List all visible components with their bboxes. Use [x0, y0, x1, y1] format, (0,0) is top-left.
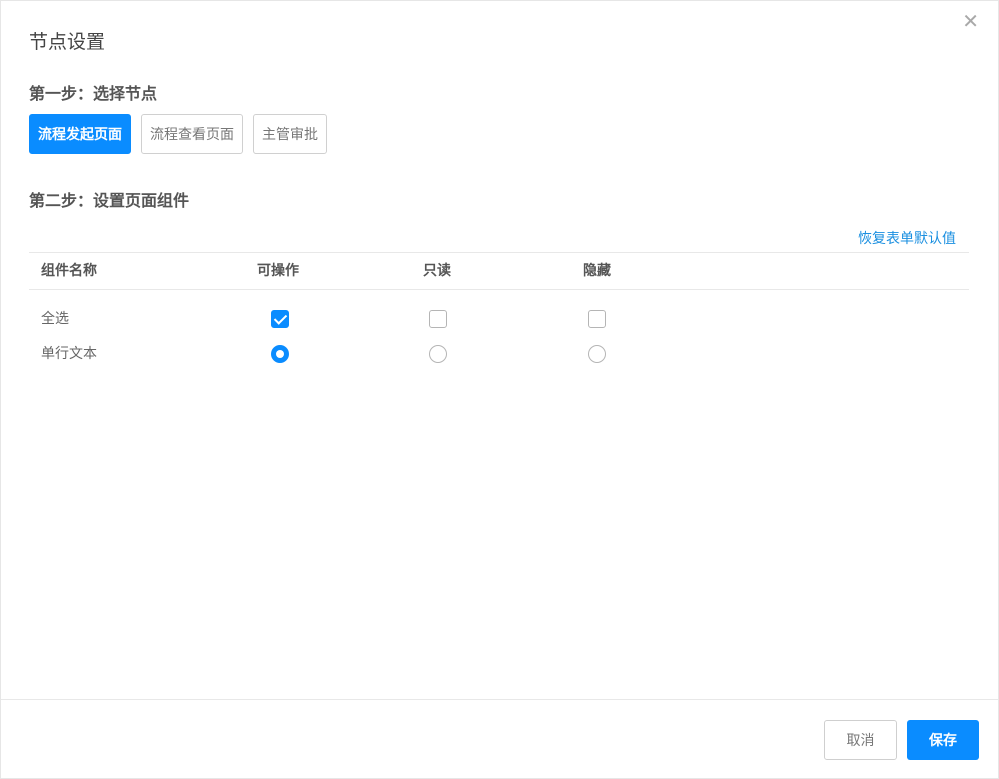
single-line-text-editable-radio[interactable] [271, 345, 289, 363]
cancel-button[interactable]: 取消 [824, 720, 897, 760]
single-line-text-hidden-radio[interactable] [588, 345, 606, 363]
column-header-readonly: 只读 [423, 263, 451, 279]
select-all-editable-checkbox[interactable] [271, 310, 289, 328]
node-settings-dialog: ✕ 节点设置 第一步：选择节点 流程发起页面 流程查看页面 主管审批 第二步：设… [0, 0, 999, 779]
component-table-header: 组件名称 可操作 只读 隐藏 [29, 252, 969, 290]
dialog-title: 节点设置 [29, 31, 106, 53]
save-button[interactable]: 保存 [907, 720, 979, 760]
table-row: 单行文本 [29, 339, 969, 369]
row-label-single-line-text: 单行文本 [41, 346, 97, 362]
row-label-select-all: 全选 [41, 311, 69, 327]
close-icon[interactable]: ✕ [962, 11, 979, 31]
node-tab-start-page[interactable]: 流程发起页面 [29, 114, 131, 154]
select-all-hidden-checkbox[interactable] [588, 310, 606, 328]
step1-title: 第一步：选择节点 [29, 84, 158, 103]
table-row: 全选 [29, 304, 969, 334]
column-header-editable: 可操作 [257, 263, 299, 279]
step2-title: 第二步：设置页面组件 [29, 191, 190, 210]
column-header-name: 组件名称 [41, 263, 97, 279]
node-tab-view-page[interactable]: 流程查看页面 [141, 114, 243, 154]
node-tabs: 流程发起页面 流程查看页面 主管审批 [29, 114, 337, 154]
select-all-readonly-checkbox[interactable] [429, 310, 447, 328]
single-line-text-readonly-radio[interactable] [429, 345, 447, 363]
column-header-hidden: 隐藏 [583, 263, 611, 279]
footer-divider [1, 699, 998, 700]
restore-defaults-link[interactable]: 恢复表单默认值 [858, 228, 956, 248]
node-tab-manager-approval[interactable]: 主管审批 [253, 114, 327, 154]
